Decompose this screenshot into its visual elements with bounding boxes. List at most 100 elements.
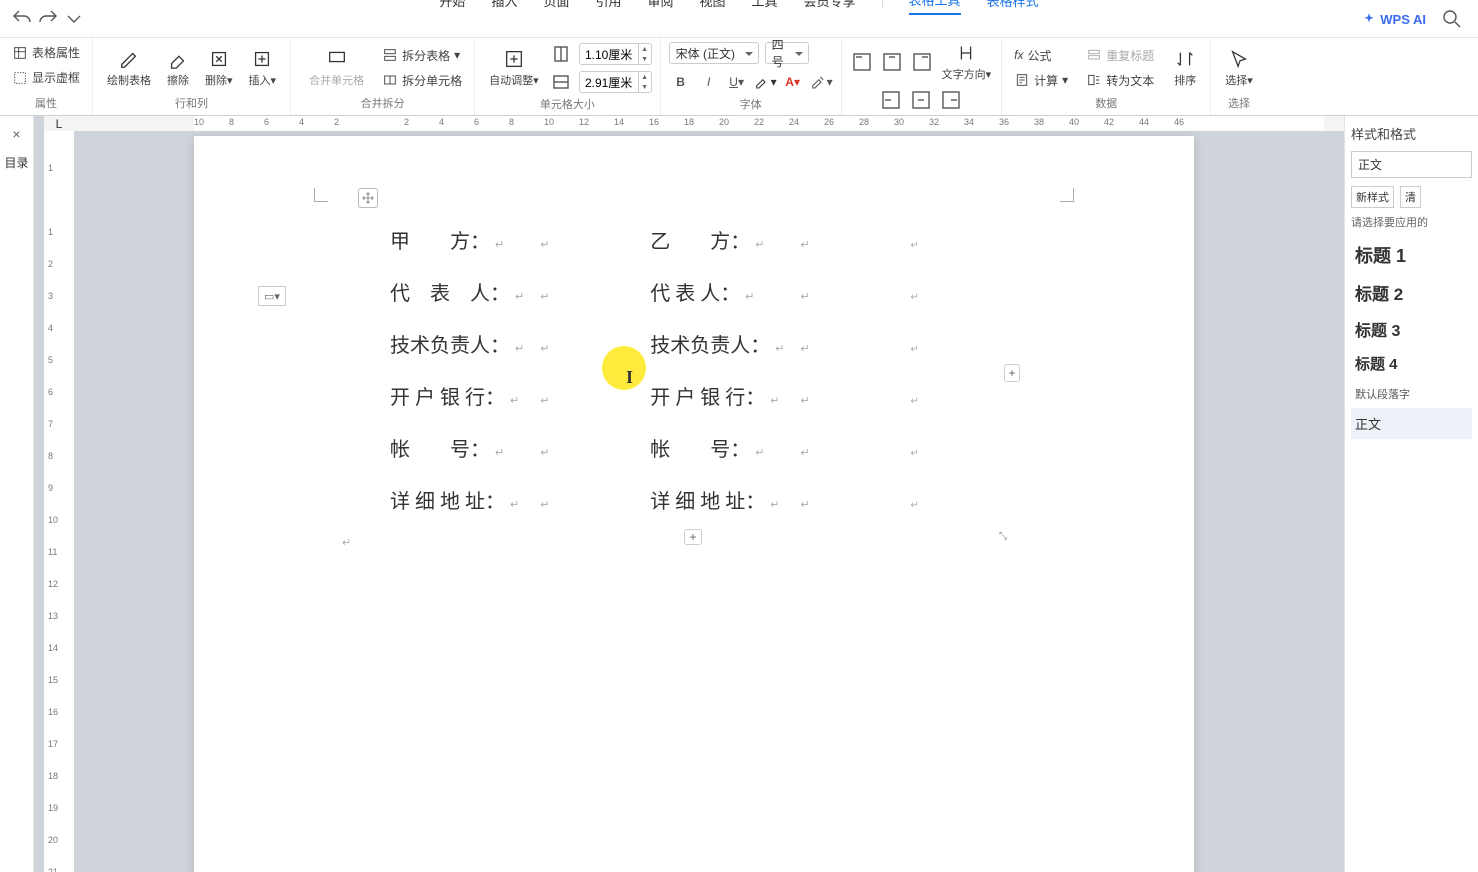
sort-button[interactable]: 排序 bbox=[1168, 46, 1202, 90]
table-cell[interactable]: ↵ bbox=[532, 216, 642, 268]
table-cell[interactable]: 代 表 人： ↵ bbox=[642, 268, 792, 320]
calc-dropdown[interactable]: 计算▾ bbox=[1010, 70, 1072, 91]
table-cell[interactable]: ↵ bbox=[792, 320, 902, 372]
table-cell[interactable]: ↵ bbox=[902, 268, 1002, 320]
quick-more-dropdown[interactable] bbox=[62, 7, 86, 31]
align-tc-button[interactable] bbox=[880, 50, 904, 74]
table-cell[interactable]: ↵ bbox=[792, 216, 902, 268]
delete-dropdown[interactable]: 删除▾ bbox=[199, 46, 239, 90]
align-tr-button[interactable] bbox=[910, 50, 934, 74]
undo-button[interactable] bbox=[10, 7, 34, 31]
show-gridlines-button[interactable]: 显示虚框 bbox=[8, 67, 84, 88]
font-color-button[interactable]: A▾ bbox=[781, 70, 805, 94]
table-row[interactable]: 开 户 银 行： ↵↵开 户 银 行： ↵↵↵ bbox=[382, 372, 1002, 424]
style-item-h4[interactable]: 标题 4 bbox=[1351, 347, 1472, 380]
font-name-select[interactable]: 宋体 (正文) bbox=[669, 42, 759, 64]
clear-style-button[interactable]: 清 bbox=[1400, 186, 1421, 208]
font-size-select[interactable]: 四号 bbox=[765, 42, 809, 64]
bold-button[interactable]: B bbox=[669, 70, 693, 94]
table-row[interactable]: 帐 号： ↵↵帐 号： ↵↵↵ bbox=[382, 424, 1002, 476]
table-cell[interactable]: ↵ bbox=[532, 268, 642, 320]
row-options-dropdown[interactable]: ▭▾ bbox=[258, 286, 286, 306]
table-cell[interactable]: 帐 号： ↵ bbox=[382, 424, 532, 476]
style-item-h2[interactable]: 标题 2 bbox=[1351, 274, 1472, 311]
formula-button[interactable]: fx 公式 bbox=[1010, 45, 1072, 66]
split-cells-button[interactable]: 拆分单元格 bbox=[378, 70, 466, 91]
table-cell[interactable]: ↵ bbox=[902, 476, 1002, 528]
current-style-display[interactable]: 正文 bbox=[1351, 151, 1472, 178]
text-direction-dropdown[interactable]: 文字方向▾ bbox=[940, 42, 994, 82]
align-ml-button[interactable] bbox=[879, 88, 903, 112]
document-table[interactable]: I 甲 方： ↵↵乙 方： ↵↵↵代 表 人： ↵↵代 表 人： ↵↵↵技术负责… bbox=[382, 216, 1002, 528]
add-row-button[interactable]: + bbox=[1004, 364, 1020, 382]
insert-dropdown[interactable]: 插入▾ bbox=[243, 46, 283, 90]
table-cell[interactable]: ↵ bbox=[902, 424, 1002, 476]
tab-table-tools[interactable]: 表格工具 bbox=[909, 0, 961, 15]
table-cell[interactable]: 技术负责人： ↵ bbox=[382, 320, 532, 372]
add-column-button[interactable]: + bbox=[684, 529, 702, 545]
table-cell[interactable]: 技术负责人： ↵ bbox=[642, 320, 792, 372]
table-cell[interactable]: ↵ bbox=[902, 372, 1002, 424]
toc-button[interactable]: 目录 bbox=[4, 154, 28, 171]
style-item-h3[interactable]: 标题 3 bbox=[1351, 311, 1472, 347]
autofit-dropdown[interactable]: 自动调整▾ bbox=[483, 46, 545, 90]
table-cell[interactable]: 详 细 地 址： ↵ bbox=[642, 476, 792, 528]
col-width-input[interactable]: ▲▼ bbox=[579, 71, 652, 93]
split-table-dropdown[interactable]: 拆分表格▾ bbox=[378, 45, 466, 66]
italic-button[interactable]: I bbox=[697, 70, 721, 94]
tab-view[interactable]: 视图 bbox=[700, 0, 726, 14]
clear-format-button[interactable]: ▾ bbox=[809, 70, 833, 94]
style-item-default-para[interactable]: 默认段落字 bbox=[1351, 380, 1472, 408]
table-cell[interactable]: ↵ bbox=[792, 424, 902, 476]
search-button[interactable] bbox=[1440, 7, 1464, 31]
wps-ai-button[interactable]: WPS AI bbox=[1362, 12, 1426, 27]
table-cell[interactable]: ↵ bbox=[792, 372, 902, 424]
highlight-color-button[interactable]: ▾ bbox=[753, 70, 777, 94]
table-row[interactable]: 甲 方： ↵↵乙 方： ↵↵↵ bbox=[382, 216, 1002, 268]
tab-page[interactable]: 页面 bbox=[543, 0, 569, 14]
table-cell[interactable]: 甲 方： ↵ bbox=[382, 216, 532, 268]
table-row[interactable]: 技术负责人： ↵↵技术负责人： ↵↵↵ bbox=[382, 320, 1002, 372]
table-cell[interactable]: ↵ bbox=[532, 320, 642, 372]
tab-start[interactable]: 开始 bbox=[439, 0, 465, 14]
table-cell[interactable]: ↵ bbox=[792, 268, 902, 320]
table-move-handle[interactable] bbox=[358, 188, 378, 208]
table-row[interactable]: 代 表 人： ↵↵代 表 人： ↵↵↵ bbox=[382, 268, 1002, 320]
table-cell[interactable]: ↵ bbox=[532, 424, 642, 476]
table-cell[interactable]: 帐 号： ↵ bbox=[642, 424, 792, 476]
eraser-button[interactable]: 擦除 bbox=[161, 46, 195, 90]
table-cell[interactable]: 代 表 人： ↵ bbox=[382, 268, 532, 320]
align-tl-button[interactable] bbox=[850, 50, 874, 74]
table-resize-handle[interactable]: ⤡ bbox=[999, 531, 1015, 547]
tab-tools[interactable]: 工具 bbox=[752, 0, 778, 14]
table-cell[interactable]: ↵ bbox=[902, 216, 1002, 268]
new-style-button[interactable]: 新样式 bbox=[1351, 186, 1394, 208]
close-panel-button[interactable]: × bbox=[12, 126, 20, 142]
tab-table-style[interactable]: 表格样式 bbox=[987, 0, 1039, 14]
table-cell[interactable]: 乙 方： ↵ bbox=[642, 216, 792, 268]
table-cell[interactable]: 开 户 银 行： ↵ bbox=[382, 372, 532, 424]
align-mc-button[interactable] bbox=[909, 88, 933, 112]
tab-reference[interactable]: 引用 bbox=[595, 0, 621, 14]
to-text-button[interactable]: 转为文本 bbox=[1082, 70, 1158, 91]
table-cell[interactable]: ↵ bbox=[532, 476, 642, 528]
merge-cells-button[interactable]: 合并单元格 bbox=[299, 44, 374, 92]
table-cell[interactable]: ↵ bbox=[902, 320, 1002, 372]
table-cell[interactable]: ↵ bbox=[792, 476, 902, 528]
underline-button[interactable]: U▾ bbox=[725, 70, 749, 94]
table-cell[interactable]: 开 户 银 行： ↵ bbox=[642, 372, 792, 424]
table-cell[interactable]: 详 细 地 址： ↵ bbox=[382, 476, 532, 528]
table-properties-button[interactable]: 表格属性 bbox=[8, 42, 84, 63]
row-height-input[interactable]: ▲▼ bbox=[579, 43, 652, 65]
draw-table-button[interactable]: 绘制表格 bbox=[101, 46, 157, 90]
tab-member[interactable]: 会员专享 bbox=[804, 0, 856, 14]
select-dropdown[interactable]: 选择▾ bbox=[1219, 46, 1259, 90]
style-item-h1[interactable]: 标题 1 bbox=[1351, 236, 1472, 274]
table-row[interactable]: 详 细 地 址： ↵↵详 细 地 址： ↵↵↵ bbox=[382, 476, 1002, 528]
style-item-normal[interactable]: 正文 bbox=[1351, 408, 1472, 439]
tab-review[interactable]: 审阅 bbox=[647, 0, 673, 14]
align-mr-button[interactable] bbox=[939, 88, 963, 112]
tab-insert[interactable]: 插入 bbox=[491, 0, 517, 14]
redo-button[interactable] bbox=[36, 7, 60, 31]
repeat-header-button[interactable]: 重复标题 bbox=[1082, 45, 1158, 66]
